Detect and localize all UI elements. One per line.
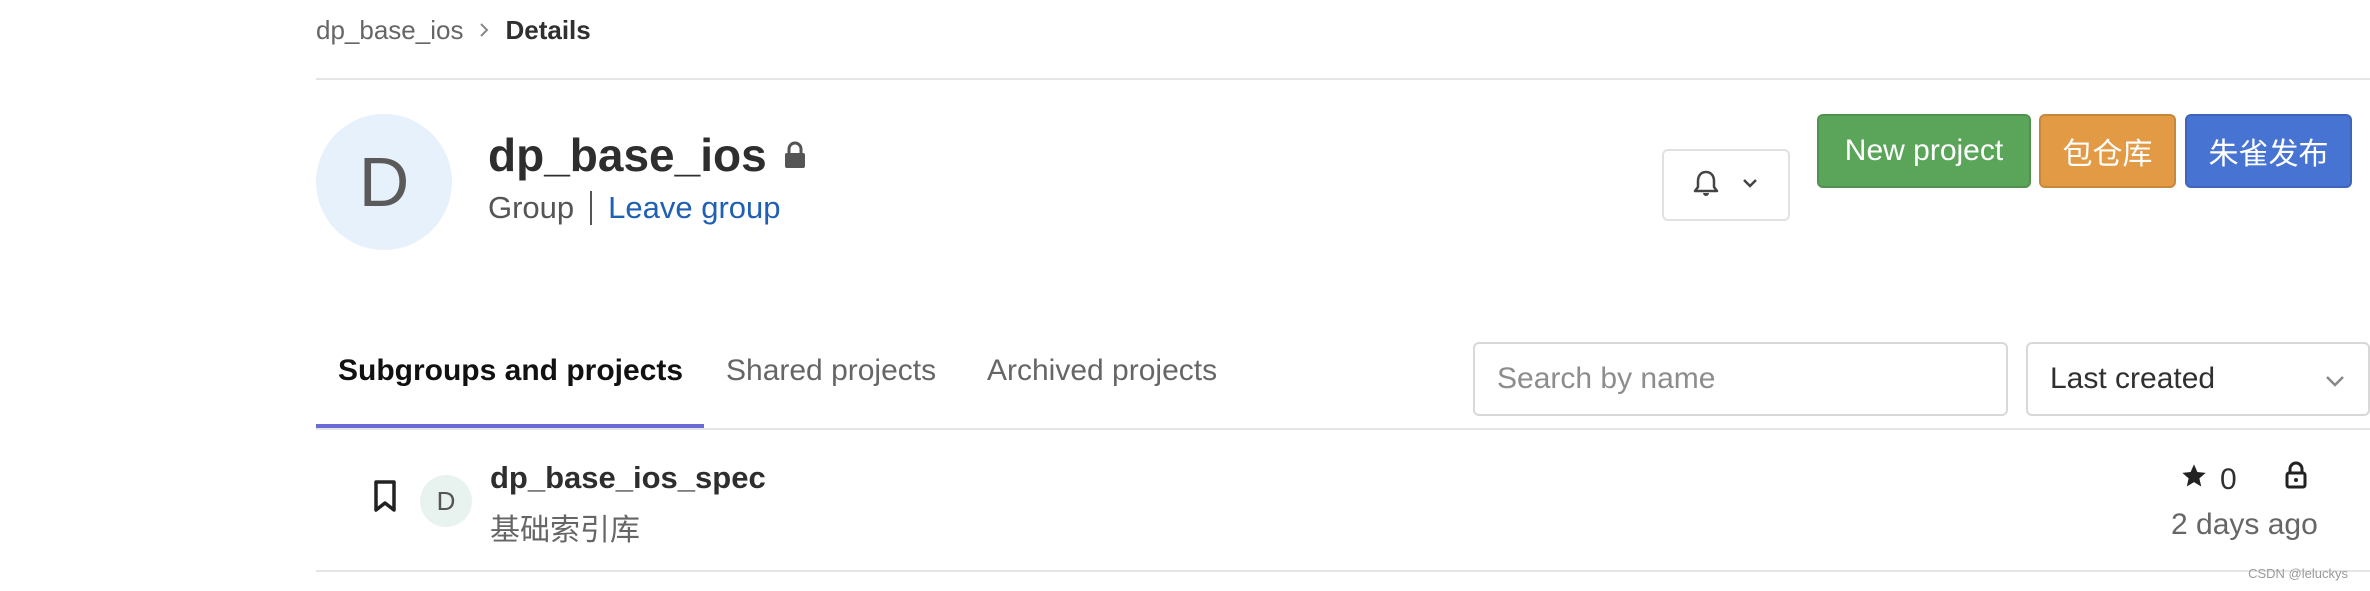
- breadcrumb: dp_base_ios Details: [316, 12, 591, 48]
- bookmark-icon: [372, 479, 398, 518]
- search-input[interactable]: [1473, 342, 2008, 416]
- tab-subgroups-and-projects[interactable]: Subgroups and projects: [338, 354, 683, 388]
- tab-archived-projects[interactable]: Archived projects: [987, 354, 1217, 388]
- lock-icon: [783, 140, 807, 170]
- project-name-link[interactable]: dp_base_ios_spec: [490, 460, 766, 496]
- project-description: 基础索引库: [490, 514, 640, 547]
- sort-dropdown[interactable]: Last created: [2026, 342, 2370, 416]
- package-repo-button[interactable]: 包仓库: [2039, 114, 2176, 188]
- breadcrumb-divider: [316, 78, 2370, 80]
- project-updated-time: 2 days ago: [2171, 508, 2318, 541]
- group-title: dp_base_ios: [488, 128, 807, 182]
- star-count: 0: [2220, 463, 2237, 496]
- project-stars: 0: [2180, 462, 2237, 498]
- chevron-down-icon: [1741, 176, 1759, 194]
- group-type-label: Group: [488, 190, 575, 225]
- list-divider: [316, 570, 2370, 572]
- tabs-divider: [316, 428, 2370, 430]
- group-name: dp_base_ios: [488, 129, 767, 181]
- notification-dropdown[interactable]: [1662, 149, 1790, 221]
- breadcrumb-group-link[interactable]: dp_base_ios: [316, 15, 463, 46]
- meta-divider: [590, 191, 593, 225]
- sort-selected-label: Last created: [2050, 362, 2216, 395]
- lock-icon: [2284, 460, 2308, 495]
- tab-shared-projects[interactable]: Shared projects: [726, 354, 936, 388]
- project-avatar: D: [420, 475, 472, 527]
- chevron-right-icon: [477, 21, 491, 39]
- publish-button[interactable]: 朱雀发布: [2185, 114, 2352, 188]
- new-project-button[interactable]: New project: [1817, 114, 2031, 188]
- group-meta: Group Leave group: [488, 190, 781, 226]
- star-icon: [2180, 462, 2208, 498]
- group-avatar: D: [316, 114, 452, 250]
- breadcrumb-current: Details: [505, 14, 591, 45]
- leave-group-link[interactable]: Leave group: [608, 190, 780, 226]
- bell-icon: [1693, 169, 1719, 202]
- watermark: CSDN @leluckys: [2248, 566, 2348, 581]
- chevron-down-icon: [2324, 362, 2346, 396]
